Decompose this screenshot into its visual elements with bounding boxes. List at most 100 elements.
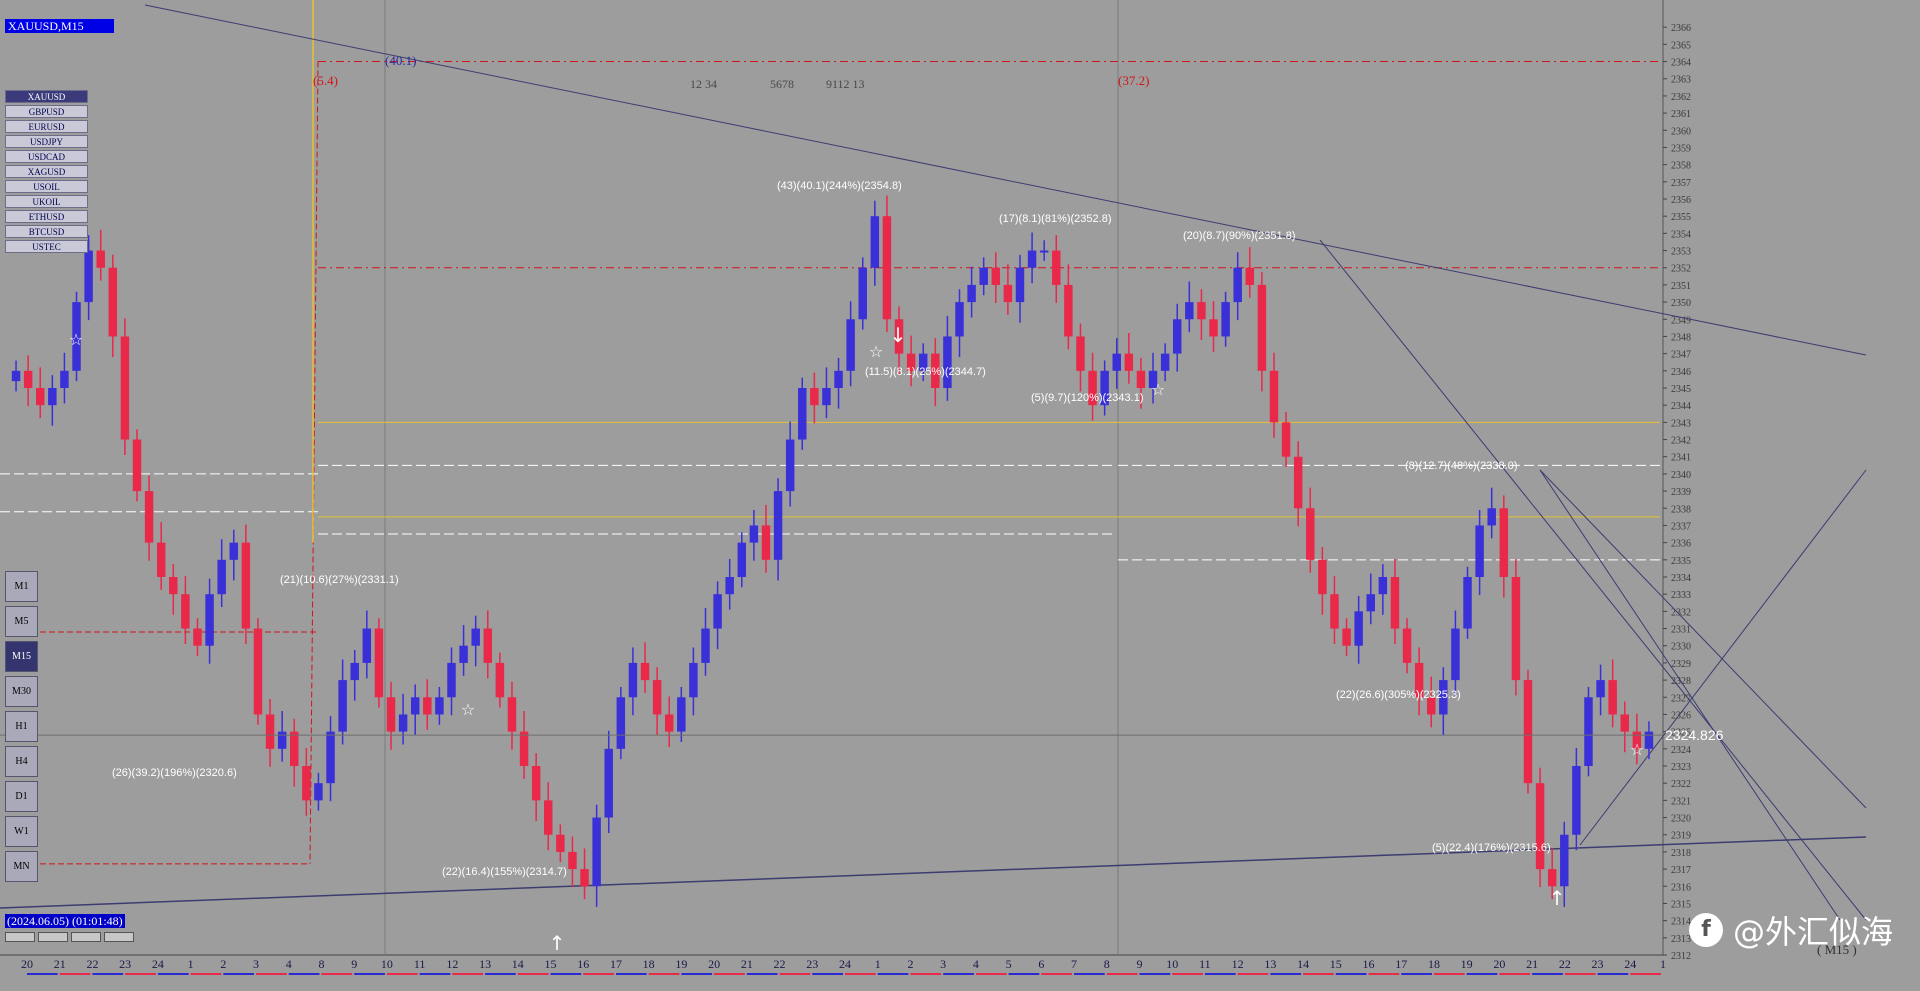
x-tick-label: 8 <box>1104 957 1110 971</box>
y-tick-label: 2324 <box>1671 745 1691 756</box>
candle-body <box>1281 422 1291 457</box>
candle-body <box>1354 611 1363 646</box>
timeframe-h4[interactable]: H4 <box>5 746 38 777</box>
candle-body <box>1221 302 1230 337</box>
symbol-item-ethusd[interactable]: ETHUSD <box>5 210 88 223</box>
candle-body <box>96 250 105 268</box>
y-tick-label: 2360 <box>1671 126 1691 137</box>
x-tick-label: 19 <box>675 957 687 971</box>
symbol-item-gbpusd[interactable]: GBPUSD <box>5 105 88 118</box>
swing-annotation: (5)(9.7)(120%)(2343.1) <box>1031 392 1144 404</box>
candle-body <box>84 250 93 303</box>
candle-body <box>519 731 529 766</box>
candle-body <box>1136 370 1146 388</box>
candle-body <box>1293 456 1303 509</box>
timeframe-m1[interactable]: M1 <box>5 571 38 602</box>
y-tick-label: 2350 <box>1671 298 1691 309</box>
candle-body <box>60 370 69 388</box>
scroll-button-4[interactable] <box>104 932 134 942</box>
wave-count-label: 9112 13 <box>826 77 865 91</box>
candle-body <box>1076 336 1085 371</box>
x-tick-label: 3 <box>253 957 259 971</box>
candle-body <box>955 302 964 337</box>
timeframe-mn[interactable]: MN <box>5 851 38 882</box>
symbol-item-btcusd[interactable]: BTCUSD <box>5 225 88 238</box>
x-tick-label: 13 <box>479 957 491 971</box>
candle-body <box>1306 508 1315 560</box>
y-tick-label: 2353 <box>1671 247 1691 258</box>
weibo-logo-icon: f <box>1689 913 1723 947</box>
candle-body <box>1523 680 1533 784</box>
scroll-button-1[interactable] <box>5 932 35 942</box>
symbol-item-xauusd[interactable]: XAUUSD <box>5 90 88 103</box>
candle-body <box>374 628 384 698</box>
symbol-item-usdcad[interactable]: USDCAD <box>5 150 88 163</box>
x-tick-label: 20 <box>708 957 720 971</box>
candle-body <box>423 697 432 715</box>
swing-annotation: (5)(22.4)(176%)(2315.6) <box>1432 842 1551 854</box>
candle-body <box>1511 577 1521 681</box>
fan-line-3 <box>1319 239 1867 921</box>
symbol-item-xagusd[interactable]: XAGUSD <box>5 165 88 178</box>
timeframe-m5[interactable]: M5 <box>5 606 38 637</box>
candle-body <box>11 370 21 382</box>
candle-body <box>1390 577 1400 629</box>
x-tick-label: 7 <box>1071 957 1077 971</box>
candle-body <box>483 628 493 663</box>
x-tick-label: 3 <box>940 957 946 971</box>
x-tick-label: 17 <box>610 957 622 971</box>
x-tick-label: 14 <box>1297 957 1309 971</box>
candle-body <box>749 525 759 543</box>
timeframe-w1[interactable]: W1 <box>5 816 38 847</box>
candle-body <box>798 388 807 440</box>
candle-body <box>277 731 287 749</box>
x-tick-label: 6 <box>1038 957 1044 971</box>
candle-body <box>302 766 311 801</box>
price-chart[interactable]: 2312231323142315231623172318231923202321… <box>0 0 1920 991</box>
x-tick-label: 14 <box>512 957 524 971</box>
y-tick-label: 2354 <box>1671 229 1691 240</box>
candle-body <box>568 851 577 870</box>
y-tick-label: 2362 <box>1671 92 1691 103</box>
timeframe-d1[interactable]: D1 <box>5 781 38 812</box>
candle-body <box>1560 834 1569 887</box>
x-tick-label: 1 <box>188 957 194 971</box>
x-tick-label: 12 <box>446 957 458 971</box>
timeframe-m15[interactable]: M15 <box>5 641 38 672</box>
current-price-label: 2324.826 <box>1665 727 1724 743</box>
symbol-item-ustec[interactable]: USTEC <box>5 240 88 253</box>
candle-body <box>156 542 166 577</box>
y-tick-label: 2341 <box>1671 453 1691 464</box>
y-tick-label: 2314 <box>1671 917 1691 928</box>
x-tick-label: 2 <box>220 957 226 971</box>
y-tick-label: 2317 <box>1671 865 1691 876</box>
scroll-button-2[interactable] <box>38 932 68 942</box>
timeframe-m30[interactable]: M30 <box>5 676 38 707</box>
candle-body <box>1378 577 1388 595</box>
candle-body <box>1596 680 1605 698</box>
timeframe-h1[interactable]: H1 <box>5 711 38 742</box>
candle-body <box>48 388 57 406</box>
candle-body <box>604 748 613 818</box>
scroll-button-3[interactable] <box>71 932 101 942</box>
symbol-title: XAUUSD,M15 <box>5 19 114 33</box>
up-arrow-icon: ↑ <box>549 931 566 955</box>
timestamp-label: (2024.06.05) (01:01:48) <box>5 914 125 928</box>
x-tick-label: 21 <box>1526 957 1538 971</box>
symbol-item-eurusd[interactable]: EURUSD <box>5 120 88 133</box>
candle-body <box>350 662 359 681</box>
candle-body <box>677 697 686 732</box>
star-icon: ☆ <box>461 700 475 719</box>
candle-body <box>23 370 33 388</box>
symbol-item-usoil[interactable]: USOIL <box>5 180 88 193</box>
x-tick-label: 16 <box>1363 957 1375 971</box>
candle-body <box>253 628 263 715</box>
y-tick-label: 2346 <box>1671 367 1691 378</box>
symbol-item-usdjpy[interactable]: USDJPY <box>5 135 88 148</box>
candle-body <box>386 697 396 732</box>
symbol-item-ukoil[interactable]: UKOIL <box>5 195 88 208</box>
candle-body <box>616 697 626 749</box>
x-tick-label: 1 <box>875 957 881 971</box>
y-tick-label: 2335 <box>1671 556 1691 567</box>
candle-body <box>1209 319 1218 337</box>
